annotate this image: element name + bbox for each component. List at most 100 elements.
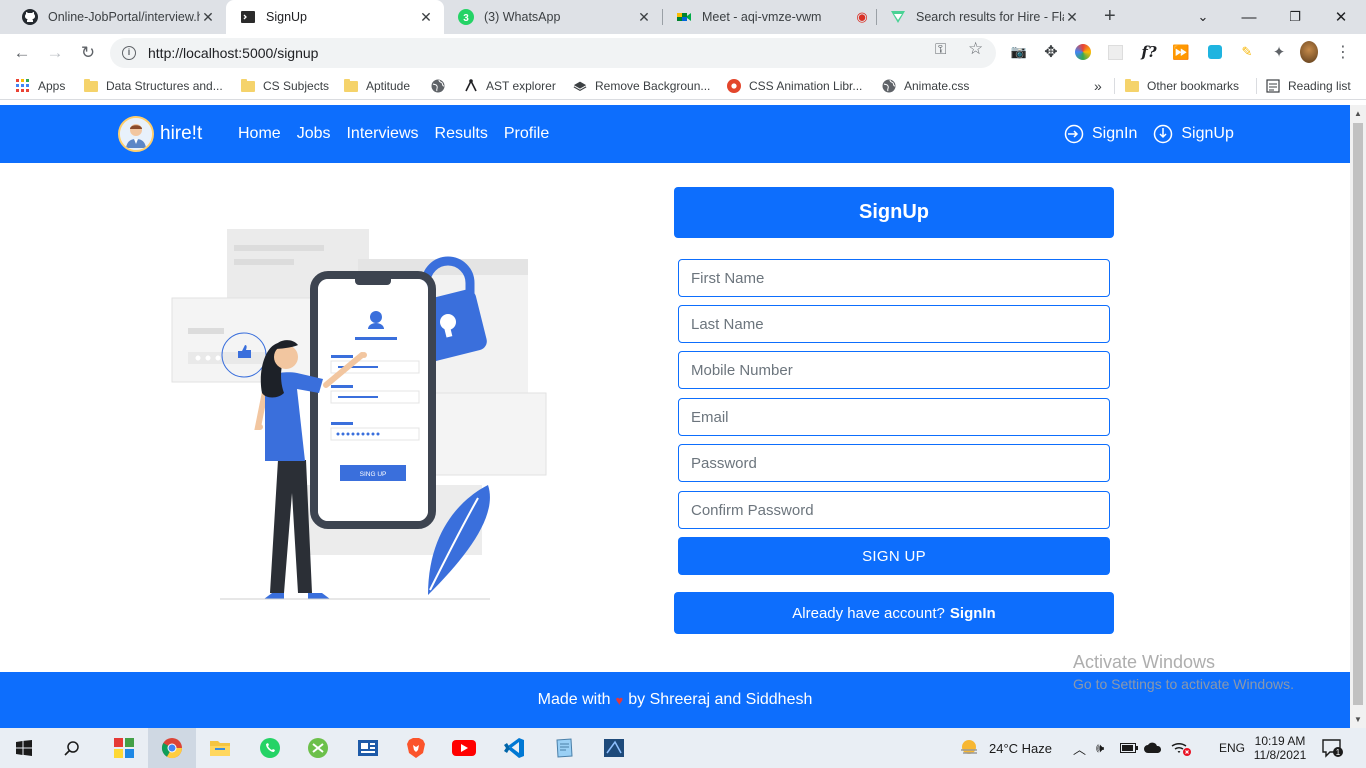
tab-meet[interactable]: Meet - aqi-vmze-vwm ◉ — [662, 0, 880, 34]
battery-icon[interactable] — [1120, 728, 1138, 768]
back-arrow-icon[interactable]: ← — [10, 42, 34, 64]
last-name-field[interactable] — [678, 305, 1110, 343]
database-tool-icon[interactable] — [590, 728, 638, 768]
scrollbar-thumb[interactable] — [1353, 123, 1363, 705]
pen-extension-icon[interactable]: ✎ — [1238, 43, 1256, 61]
bookmark-star-icon[interactable]: ☆ — [968, 39, 983, 59]
camera-extension-icon[interactable]: 📷 — [1010, 43, 1028, 61]
restore-button[interactable]: ❐ — [1272, 0, 1318, 34]
site-info-icon[interactable]: i — [122, 46, 136, 60]
search-icon[interactable] — [48, 728, 96, 768]
other-bookmarks[interactable]: Other bookmarks — [1125, 77, 1239, 95]
scroll-down-icon[interactable]: ▼ — [1354, 715, 1362, 724]
bookmark-globe[interactable] — [431, 77, 453, 95]
bookmark-folder[interactable]: Data Structures and... — [84, 77, 223, 95]
weather-widget[interactable]: 24°C Haze — [958, 728, 1052, 768]
globe-icon — [431, 79, 445, 93]
app-manager-icon[interactable] — [100, 728, 148, 768]
bookmark-folder[interactable]: Aptitude — [344, 77, 410, 95]
windows-taskbar: 24°C Haze ︿ 🕪 ENG 10:19 AM 11/8/2021 1 — [0, 728, 1366, 768]
move-extension-icon[interactable]: ✥ — [1042, 43, 1060, 61]
notification-center-icon[interactable]: 1 — [1322, 728, 1344, 768]
github-icon — [22, 9, 38, 25]
notepad-icon[interactable] — [540, 728, 588, 768]
scroll-up-icon[interactable]: ▲ — [1354, 109, 1362, 118]
tray-overflow-icon[interactable]: ︿ — [1073, 728, 1086, 768]
volume-icon[interactable]: 🕪 — [1096, 728, 1104, 768]
close-window-button[interactable]: ✕ — [1318, 0, 1364, 34]
color-extension-icon[interactable] — [1074, 43, 1092, 61]
nav-interviews[interactable]: Interviews — [346, 125, 418, 143]
terminal-icon — [240, 9, 256, 25]
already-have-account-link[interactable]: Already have account? SignIn — [674, 592, 1114, 634]
profile-avatar-icon[interactable] — [1300, 41, 1318, 63]
nav-home[interactable]: Home — [238, 125, 281, 143]
brave-browser-icon[interactable] — [392, 728, 440, 768]
reload-icon[interactable]: ↻ — [76, 42, 100, 64]
vscode-icon[interactable] — [490, 728, 538, 768]
minimize-button[interactable]: — — [1226, 0, 1272, 34]
menu-kebab-icon[interactable]: ⋮ — [1334, 43, 1352, 61]
bookmark-label: Aptitude — [366, 79, 411, 93]
bookmark-css-animation[interactable]: CSS Animation Libr... — [727, 77, 862, 95]
confirm-password-field[interactable] — [678, 491, 1110, 529]
tab-github[interactable]: Online-JobPortal/interview.h ✕ — [8, 0, 226, 34]
address-bar[interactable]: i http://localhost:5000/signup — [110, 38, 996, 68]
nav-signup[interactable]: SignUp — [1153, 124, 1234, 144]
xbox-app-icon[interactable] — [294, 728, 342, 768]
bookmark-apps[interactable]: Apps — [16, 77, 65, 95]
blank-extension-icon[interactable] — [1106, 43, 1124, 61]
clock[interactable]: 10:19 AM 11/8/2021 — [1250, 728, 1310, 768]
tab-whatsapp[interactable]: 3 (3) WhatsApp ✕ — [444, 0, 662, 34]
whatsapp-taskbar-icon[interactable] — [246, 728, 294, 768]
nav-results[interactable]: Results — [435, 125, 488, 143]
windows-start-icon[interactable] — [0, 728, 48, 768]
close-tab-icon[interactable]: ✕ — [200, 9, 216, 26]
bookmark-folder[interactable]: CS Subjects — [241, 77, 329, 95]
browser-toolbar: ← → ↻ i http://localhost:5000/signup ⚿ ☆… — [0, 34, 1366, 72]
close-tab-icon[interactable]: ✕ — [1064, 9, 1080, 26]
bookmark-label: Animate.css — [904, 79, 970, 93]
puzzle-extensions-icon[interactable]: ✦ — [1270, 43, 1288, 61]
tab-signup[interactable]: SignUp ✕ — [226, 0, 444, 34]
fast-forward-extension-icon[interactable]: ⏩ — [1172, 43, 1190, 61]
flaticon-icon — [890, 9, 906, 25]
signup-icon — [1154, 124, 1173, 144]
key-icon[interactable]: ⚿ — [935, 41, 946, 58]
youtube-icon[interactable] — [440, 728, 488, 768]
close-tab-icon[interactable]: ✕ — [418, 9, 434, 26]
nav-profile[interactable]: Profile — [504, 125, 549, 143]
apps-grid-icon — [16, 79, 30, 93]
nav-signin[interactable]: SignIn — [1064, 124, 1137, 144]
page-viewport: hire!t Home Jobs Interviews Results Prof… — [0, 105, 1350, 728]
reading-list[interactable]: Reading list — [1266, 77, 1351, 95]
brand-logo-icon — [118, 116, 154, 152]
fonts-extension-icon[interactable]: f? — [1140, 43, 1158, 61]
new-tab-button[interactable]: + — [1104, 5, 1116, 28]
email-field[interactable] — [678, 398, 1110, 436]
bookmarks-overflow-button[interactable]: » — [1094, 77, 1102, 95]
wifi-disconnected-icon[interactable] — [1170, 728, 1192, 768]
tab-flaticon[interactable]: Search results for Hire - Flat ✕ — [876, 0, 1090, 34]
forward-arrow-icon[interactable]: → — [43, 42, 67, 64]
file-explorer-icon[interactable] — [196, 728, 244, 768]
square-extension-icon[interactable] — [1206, 43, 1224, 61]
password-field[interactable] — [678, 444, 1110, 482]
language-indicator[interactable]: ENG — [1219, 728, 1245, 768]
bookmarks-bar: Apps Data Structures and... CS Subjects … — [0, 72, 1366, 100]
close-tab-icon[interactable]: ✕ — [636, 9, 652, 26]
mobile-number-field[interactable] — [678, 351, 1110, 389]
brand-link[interactable]: hire!t — [118, 116, 202, 152]
sign-up-button[interactable]: SIGN UP — [678, 537, 1110, 575]
bookmark-removebg[interactable]: Remove Backgroun... — [573, 77, 710, 95]
bookmark-animate-css[interactable]: Animate.css — [882, 77, 969, 95]
chrome-taskbar-icon[interactable] — [148, 728, 196, 768]
onedrive-cloud-icon[interactable] — [1144, 728, 1162, 768]
news-app-icon[interactable] — [344, 728, 392, 768]
page-scrollbar[interactable]: ▲ ▼ — [1350, 105, 1366, 728]
tab-title: Search results for Hire - Flat — [916, 10, 1064, 24]
nav-jobs[interactable]: Jobs — [297, 125, 331, 143]
first-name-field[interactable] — [678, 259, 1110, 297]
tab-search-icon[interactable]: ⌄ — [1180, 0, 1226, 34]
bookmark-ast[interactable]: AST explorer — [464, 77, 556, 95]
